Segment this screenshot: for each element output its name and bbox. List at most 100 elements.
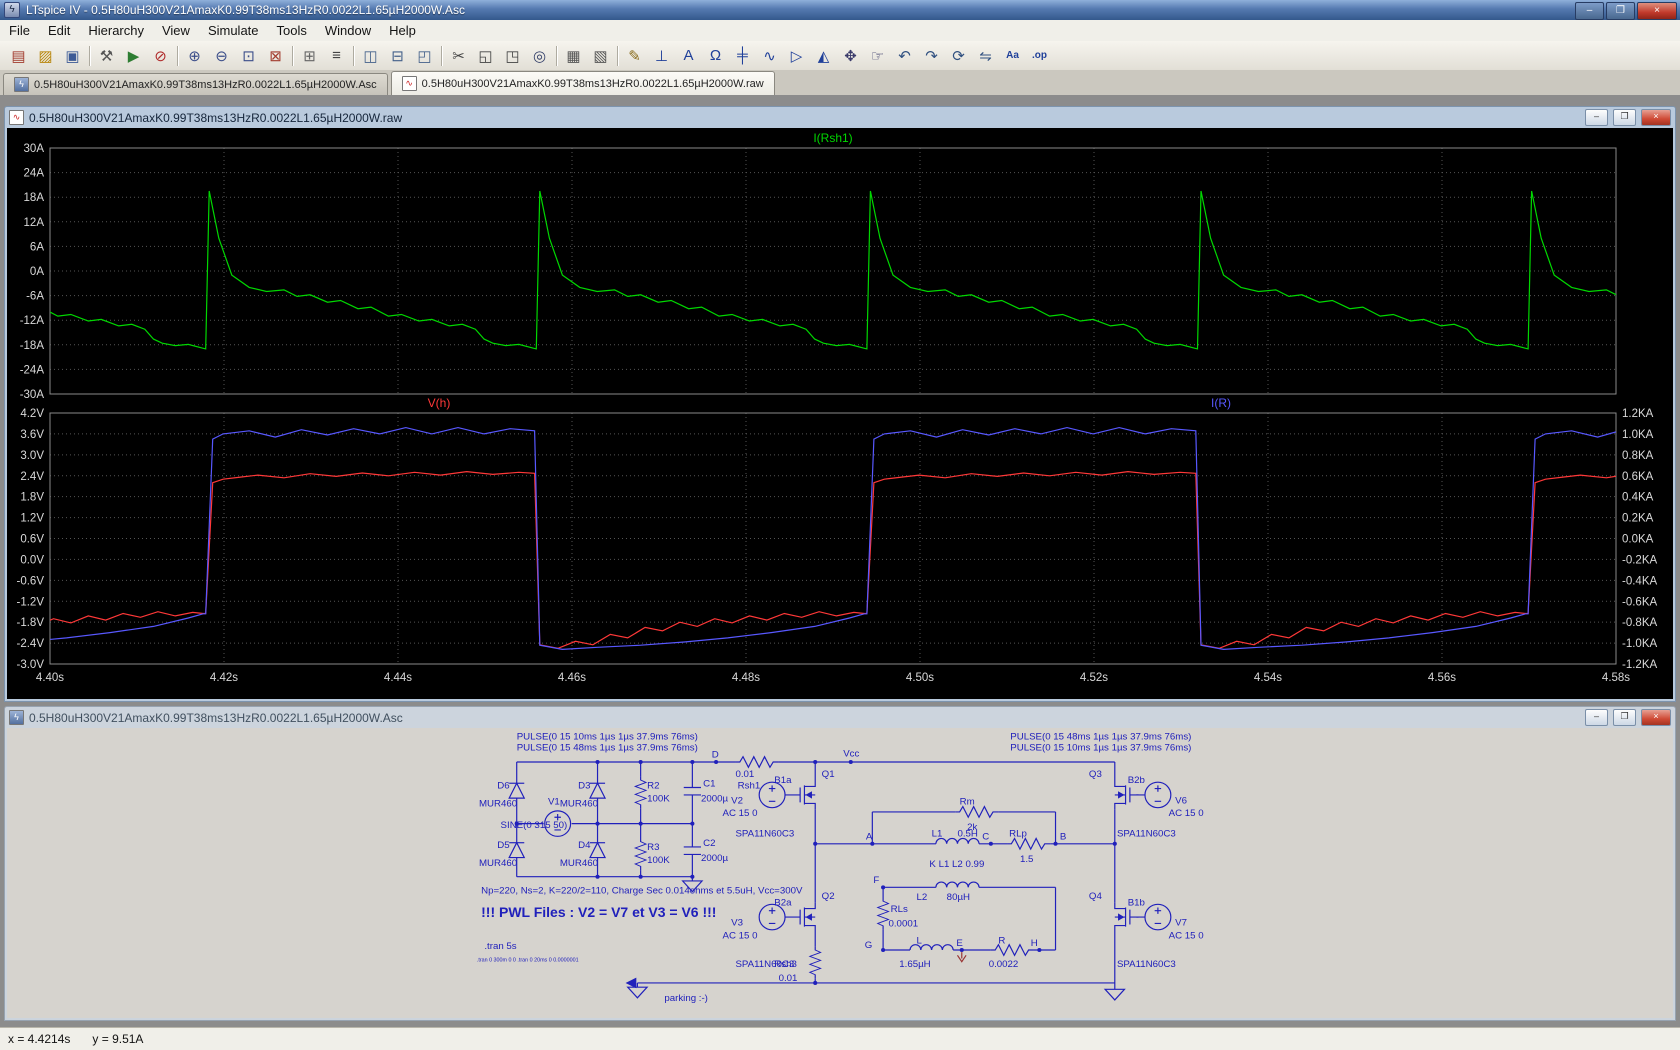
toolbar-ground-icon[interactable]: ⊥ bbox=[648, 43, 675, 69]
waveform-restore-button[interactable]: ❐ bbox=[1613, 109, 1636, 126]
waveform-close-button[interactable]: × bbox=[1641, 109, 1671, 126]
schematic-label[interactable]: SPA11N60C3 bbox=[735, 828, 794, 839]
schematic-label[interactable]: SPA11N60C3 bbox=[1117, 959, 1176, 970]
toolbar-zoom-back-icon[interactable]: ⊠ bbox=[262, 43, 289, 69]
trace-title-I(R)[interactable]: I(R) bbox=[1211, 396, 1231, 410]
schematic-label[interactable]: 0.0022 bbox=[989, 959, 1019, 970]
toolbar-control-panel-icon[interactable]: ⚒ bbox=[93, 43, 120, 69]
schematic-label[interactable]: H bbox=[1031, 938, 1038, 949]
schematic-label[interactable]: .tran 0 300m 0 0 .tran 0 20ms 0 0.000000… bbox=[477, 958, 579, 964]
schematic-label[interactable]: 1.65µH bbox=[899, 959, 930, 970]
schematic-label[interactable]: PULSE(0 15 10ms 1µs 1µs 37.9ms 76ms) bbox=[1010, 742, 1191, 753]
schematic-label[interactable]: D4 bbox=[578, 840, 591, 851]
toolbar-open-file-icon[interactable]: ▨ bbox=[32, 43, 59, 69]
schematic-label[interactable]: 1.5 bbox=[1020, 854, 1033, 865]
toolbar-print-icon[interactable]: ▦ bbox=[560, 43, 587, 69]
toolbar-spice-directive-icon[interactable]: .op bbox=[1026, 43, 1053, 69]
schematic-label[interactable]: D6 bbox=[497, 781, 509, 792]
toolbar-capacitor-icon[interactable]: ╪ bbox=[729, 43, 756, 69]
schematic-label[interactable]: PULSE(0 15 48ms 1µs 1µs 37.9ms 76ms) bbox=[1010, 732, 1191, 743]
schematic-label[interactable]: Q3 bbox=[1089, 769, 1102, 780]
schematic-label[interactable]: MUR460 bbox=[479, 799, 517, 810]
toolbar-find-icon[interactable]: ◎ bbox=[526, 43, 553, 69]
schematic-label[interactable]: Q4 bbox=[1089, 891, 1103, 902]
tab-raw-file[interactable]: ∿ 0.5H80uH300V21AmaxK0.99T38ms13HzR0.002… bbox=[390, 71, 775, 95]
schematic-label[interactable]: 0.0001 bbox=[888, 919, 918, 930]
schematic-label[interactable]: B1a bbox=[774, 775, 792, 786]
schematic-label[interactable]: R3 bbox=[647, 842, 659, 853]
schematic-label[interactable]: V2 bbox=[731, 795, 743, 806]
toolbar-resistor-icon[interactable]: Ω bbox=[702, 43, 729, 69]
toolbar-save-icon[interactable]: ▣ bbox=[59, 43, 86, 69]
schematic-label[interactable]: 100K bbox=[647, 793, 670, 804]
schematic-label[interactable]: A bbox=[866, 832, 873, 843]
schematic-label[interactable]: 80µH bbox=[947, 892, 970, 903]
schematic-label[interactable]: AC 15 0 bbox=[1169, 930, 1204, 941]
restore-button[interactable]: ❐ bbox=[1606, 2, 1635, 20]
schematic-label[interactable]: C2 bbox=[703, 838, 715, 849]
schematic-label[interactable]: B bbox=[1060, 832, 1066, 843]
toolbar-zoom-out-icon[interactable]: ⊖ bbox=[208, 43, 235, 69]
menu-tools[interactable]: Tools bbox=[268, 21, 316, 40]
close-button[interactable]: × bbox=[1637, 2, 1677, 20]
schematic-label[interactable]: E bbox=[956, 938, 962, 949]
schematic-label[interactable]: D5 bbox=[497, 840, 509, 851]
schematic-label[interactable]: RLp bbox=[1009, 828, 1027, 839]
schematic-label[interactable]: MUR460 bbox=[560, 799, 598, 810]
schematic-label[interactable]: V1 bbox=[548, 797, 560, 808]
toolbar-diode-icon[interactable]: ▷ bbox=[783, 43, 810, 69]
schematic-label[interactable]: AC 15 0 bbox=[723, 808, 758, 819]
schematic-label[interactable]: K L1 L2 0.99 bbox=[929, 859, 984, 870]
toolbar-tile-horizontal-icon[interactable]: ◫ bbox=[357, 43, 384, 69]
trace-title-V(h)[interactable]: V(h) bbox=[428, 396, 451, 410]
schematic-label[interactable]: Rsh3 bbox=[774, 959, 797, 970]
waveform-plot[interactable]: 30A 24A 18A 12A 6A 0A -6A -12A -18A -24A -30A I(Rsh… bbox=[7, 128, 1673, 699]
toolbar-cascade-windows-icon[interactable]: ◰ bbox=[411, 43, 438, 69]
schematic-label[interactable]: B1b bbox=[1128, 897, 1145, 908]
schematic-label[interactable]: SPA11N60C3 bbox=[1117, 828, 1176, 839]
schematic-label[interactable]: B2b bbox=[1128, 775, 1145, 786]
schematic-label[interactable]: Rsh1 bbox=[738, 781, 761, 792]
toolbar-move-icon[interactable]: ✥ bbox=[837, 43, 864, 69]
schematic-label[interactable]: L2 bbox=[917, 892, 928, 903]
schematic-label[interactable]: B2a bbox=[774, 897, 792, 908]
toolbar-copy-icon[interactable]: ◱ bbox=[472, 43, 499, 69]
schematic-label[interactable]: Q2 bbox=[822, 891, 835, 902]
schematic-label[interactable]: !!! PWL Files : V2 = V7 et V3 = V6 !!! bbox=[481, 904, 716, 920]
schematic-label[interactable]: parking :-) bbox=[664, 993, 708, 1004]
waveform-window-titlebar[interactable]: ∿ 0.5H80uH300V21AmaxK0.99T38ms13HzR0.002… bbox=[7, 107, 1673, 128]
schematic-label[interactable]: L bbox=[917, 936, 923, 947]
menu-simulate[interactable]: Simulate bbox=[199, 21, 268, 40]
schematic-label[interactable]: .tran 5s bbox=[484, 941, 516, 952]
toolbar-new-schematic-icon[interactable]: ▤ bbox=[5, 43, 32, 69]
toolbar-rotate-icon[interactable]: ⟳ bbox=[945, 43, 972, 69]
schematic-label[interactable]: 0.01 bbox=[779, 973, 798, 984]
schematic-label[interactable]: Rm bbox=[960, 797, 975, 808]
schematic-label[interactable]: V7 bbox=[1175, 918, 1187, 929]
trace-title-I(Rsh1)[interactable]: I(Rsh1) bbox=[813, 131, 852, 145]
menu-edit[interactable]: Edit bbox=[39, 21, 79, 40]
menu-hierarchy[interactable]: Hierarchy bbox=[79, 21, 153, 40]
toolbar-redo-icon[interactable]: ↷ bbox=[918, 43, 945, 69]
schematic-label[interactable]: C bbox=[982, 832, 989, 843]
schematic-label[interactable]: G bbox=[865, 940, 873, 951]
toolbar-zoom-fit-icon[interactable]: ⊡ bbox=[235, 43, 262, 69]
waveform-minimize-button[interactable]: – bbox=[1585, 109, 1608, 126]
toolbar-cut-icon[interactable]: ✂ bbox=[445, 43, 472, 69]
menu-file[interactable]: File bbox=[0, 21, 39, 40]
schematic-label[interactable]: V6 bbox=[1175, 795, 1187, 806]
schematic-label[interactable]: RLs bbox=[891, 904, 908, 915]
window-titlebar[interactable]: ϟ LTspice IV - 0.5H80uH300V21AmaxK0.99T3… bbox=[0, 0, 1680, 20]
schematic-label[interactable]: Q1 bbox=[822, 769, 835, 780]
menu-help[interactable]: Help bbox=[380, 21, 425, 40]
toolbar-wire-icon[interactable]: ✎ bbox=[621, 43, 648, 69]
schematic-label[interactable]: D3 bbox=[578, 781, 590, 792]
schematic-label[interactable]: R2 bbox=[647, 781, 659, 792]
toolbar-run-icon[interactable]: ▶ bbox=[120, 43, 147, 69]
menu-window[interactable]: Window bbox=[316, 21, 380, 40]
toolbar-inductor-icon[interactable]: ∿ bbox=[756, 43, 783, 69]
schematic-label[interactable]: Np=220, Ns=2, K=220/2=110, Charge Sec 0.… bbox=[481, 886, 803, 897]
schematic-label[interactable]: 2000µ bbox=[701, 853, 729, 864]
schematic-label[interactable]: F bbox=[873, 875, 879, 886]
schematic-window-titlebar[interactable]: ϟ 0.5H80uH300V21AmaxK0.99T38ms13HzR0.002… bbox=[7, 707, 1673, 728]
